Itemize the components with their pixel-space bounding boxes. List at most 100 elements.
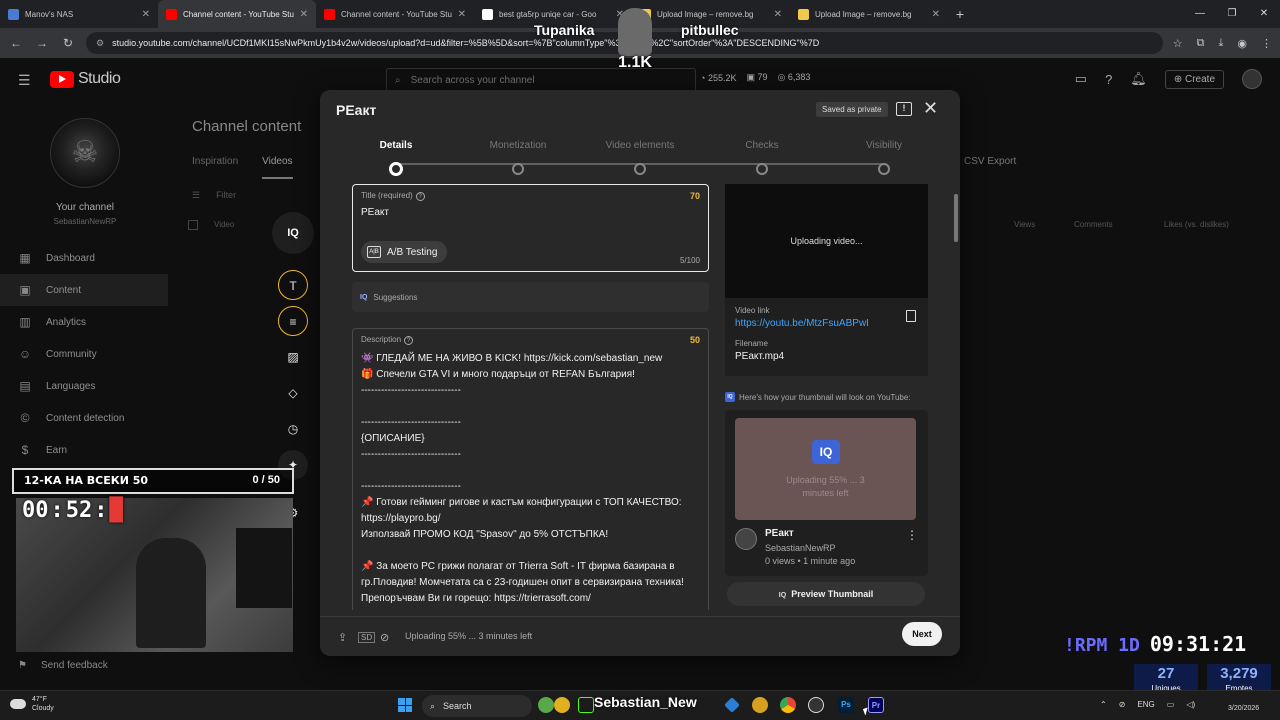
comments-icon[interactable]: ▭: [1075, 71, 1087, 87]
select-all-checkbox[interactable]: [188, 220, 198, 230]
app-icon-diamond[interactable]: [724, 697, 740, 713]
description-tool-icon[interactable]: ≡: [278, 306, 308, 336]
next-button[interactable]: Next: [902, 622, 942, 646]
sidebar-item-dashboard[interactable]: ▦ Dashboard: [0, 242, 168, 274]
app-icon-3[interactable]: [752, 697, 768, 713]
timer-overlay: 00:52: █: [22, 498, 123, 523]
feedback-alert-icon[interactable]: !: [896, 102, 912, 116]
app-icon-2[interactable]: [554, 697, 570, 713]
forward-icon[interactable]: →: [34, 36, 50, 50]
tab-videos[interactable]: Videos: [262, 156, 293, 179]
browser-tab[interactable]: Channel content - YouTube Stu ✕: [316, 0, 474, 28]
send-feedback-link[interactable]: ⚑ Send feedback: [18, 660, 108, 671]
sidebar-item-community[interactable]: ☺ Community: [0, 338, 168, 370]
windows-start-icon[interactable]: [398, 698, 412, 712]
close-window-icon[interactable]: ✕: [1248, 0, 1280, 28]
tab-close-icon[interactable]: ✕: [300, 9, 308, 20]
title-input[interactable]: РЕакт: [361, 207, 700, 218]
network-icon[interactable]: ▭: [1167, 700, 1175, 709]
step-visibility[interactable]: Visibility: [834, 140, 934, 175]
tab-close-icon[interactable]: ✕: [932, 9, 940, 20]
chrome-icon[interactable]: [780, 697, 796, 713]
help-icon[interactable]: ?: [1105, 72, 1112, 87]
browser-tab[interactable]: Channel content - YouTube Stu ✕: [158, 0, 316, 28]
restore-icon[interactable]: ❐: [1216, 0, 1248, 28]
suggestions-panel[interactable]: IQ Suggestions: [352, 282, 709, 312]
step-details[interactable]: Details: [346, 140, 446, 176]
sidebar-item-earn[interactable]: $ Earn: [0, 434, 168, 466]
keyboard-lang[interactable]: ENG: [1137, 700, 1154, 709]
iq-logo-icon: IQ: [812, 440, 840, 464]
video-preview[interactable]: Uploading video...: [725, 184, 928, 298]
help-icon[interactable]: ?: [404, 336, 414, 345]
likes-stat: ◎ 6,383: [777, 72, 811, 82]
extensions-icon[interactable]: ⧉: [1197, 37, 1205, 50]
account-avatar[interactable]: [1242, 69, 1262, 89]
volume-icon[interactable]: ◁): [1186, 700, 1195, 709]
studio-logo[interactable]: Studio: [50, 70, 121, 88]
kick-app-icon[interactable]: [578, 697, 594, 713]
help-icon[interactable]: ?: [415, 192, 425, 201]
tab-inspiration[interactable]: Inspiration: [192, 156, 238, 179]
search-icon: ⌕: [395, 74, 401, 86]
views-stat: ◔ 255.2K: [700, 72, 737, 83]
copy-icon[interactable]: [906, 310, 916, 322]
languages-icon: ▤: [19, 379, 31, 393]
tab-close-icon[interactable]: ✕: [774, 9, 782, 20]
premiere-icon[interactable]: Pr: [868, 697, 884, 713]
channel-avatar[interactable]: [50, 118, 120, 188]
create-button[interactable]: ⊕ Create: [1164, 69, 1224, 89]
site-info-icon[interactable]: ⚙: [96, 38, 104, 49]
description-text[interactable]: 👾 ГЛЕДАЙ МЕ НА ЖИВО В KICK! https://kick…: [361, 351, 700, 607]
taskbar-search[interactable]: ⌕ Search: [422, 695, 532, 717]
iq-button[interactable]: IQ: [272, 212, 314, 254]
description-field[interactable]: Description? 50 👾 ГЛЕДАЙ МЕ НА ЖИВО В KI…: [352, 328, 709, 610]
more-options-icon[interactable]: ⋮: [906, 528, 918, 542]
sidebar-item-analytics[interactable]: ▥ Analytics: [0, 306, 168, 338]
photoshop-icon[interactable]: Ps: [838, 697, 854, 713]
taskbar-date[interactable]: 3/20/2026: [1228, 705, 1259, 712]
menu-icon[interactable]: ⋮: [1261, 37, 1272, 50]
schedule-tool-icon[interactable]: ◷: [278, 414, 308, 444]
tags-tool-icon[interactable]: ◇: [278, 378, 308, 408]
minimize-icon[interactable]: —: [1184, 0, 1216, 28]
download-icon[interactable]: ⤓: [1219, 37, 1224, 50]
step-monetization[interactable]: Monetization: [468, 140, 568, 175]
tray-app-icon[interactable]: ⊘: [1119, 700, 1126, 709]
hamburger-menu-icon[interactable]: ☰: [18, 72, 31, 89]
preview-thumbnail-button[interactable]: IQ Preview Thumbnail: [727, 582, 925, 606]
notifications-icon[interactable]: 🔔︎: [1130, 71, 1147, 87]
thumbnail-note: IQ Here's how your thumbnail will look o…: [725, 392, 928, 402]
app-icon-1[interactable]: [538, 697, 554, 713]
dialog-scrollbar[interactable]: [954, 194, 958, 242]
tab-close-icon[interactable]: ✕: [142, 9, 150, 20]
content-icon: ▣: [19, 283, 31, 297]
description-line: 🎁 Спечели GTA VI и много подаръци от REF…: [361, 369, 635, 380]
new-tab-icon[interactable]: +: [948, 0, 972, 28]
sidebar-item-content[interactable]: ▣ Content: [0, 274, 168, 306]
browser-tab[interactable]: Manov's NAS ✕: [0, 0, 158, 28]
video-link[interactable]: https://youtu.be/MtzFsuABPwI: [735, 318, 918, 329]
sidebar-item-languages[interactable]: ▤ Languages: [0, 370, 168, 402]
media-player-icon[interactable]: [808, 697, 824, 713]
profile-icon[interactable]: ◉: [1237, 37, 1247, 50]
reload-icon[interactable]: ↻: [60, 36, 76, 50]
thumbnail-tool-icon[interactable]: ▨: [278, 342, 308, 372]
tab-close-icon[interactable]: ✕: [458, 9, 466, 20]
description-line: гр.Пловдив! Момчетата са с 23-годишен оп…: [361, 577, 684, 588]
step-video-elements[interactable]: Video elements: [590, 140, 690, 175]
title-field[interactable]: Title (required)? 70 РЕакт A|B A/B Testi…: [352, 184, 709, 272]
title-tool-icon[interactable]: T: [278, 270, 308, 300]
back-icon[interactable]: ←: [8, 36, 24, 50]
filter-row[interactable]: ☰ Filter: [192, 190, 236, 201]
browser-tab[interactable]: Upload Image – remove.bg ✕: [790, 0, 948, 28]
tray-chevron-icon[interactable]: ⌃: [1100, 700, 1107, 709]
sidebar-item-content-detection[interactable]: © Content detection: [0, 402, 168, 434]
csv-export-button[interactable]: CSV Export: [964, 156, 1016, 167]
ab-testing-button[interactable]: A|B A/B Testing: [361, 241, 448, 263]
close-icon[interactable]: ✕: [923, 98, 938, 119]
bookmark-star-icon[interactable]: ☆: [1173, 37, 1183, 50]
weather-widget[interactable]: 47°F Cloudy: [10, 695, 54, 713]
step-checks[interactable]: Checks: [712, 140, 812, 175]
system-tray: ⌃ ⊘ ENG ▭ ◁): [1100, 700, 1195, 709]
